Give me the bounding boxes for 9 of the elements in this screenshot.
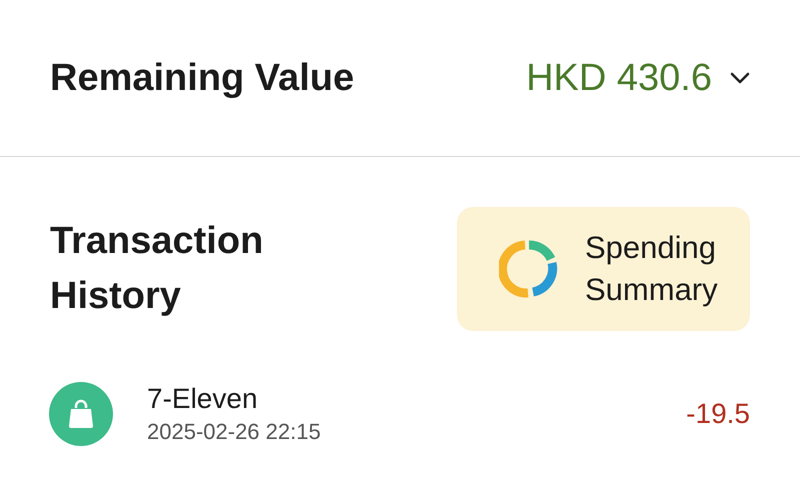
merchant-name: 7-Eleven xyxy=(147,382,259,416)
chevron-down-icon xyxy=(730,72,750,84)
remaining-value-label: Remaining Value xyxy=(50,56,354,100)
donut-chart-icon xyxy=(499,239,559,299)
spending-summary-button[interactable]: Spending Summary xyxy=(457,207,750,331)
balance-dropdown[interactable]: HKD 430.6 xyxy=(526,50,750,106)
transaction-time: 2025-02-26 22:15 xyxy=(147,418,321,446)
section-title: Transaction History xyxy=(50,219,264,319)
transaction-amount: -19.5 xyxy=(686,397,750,431)
